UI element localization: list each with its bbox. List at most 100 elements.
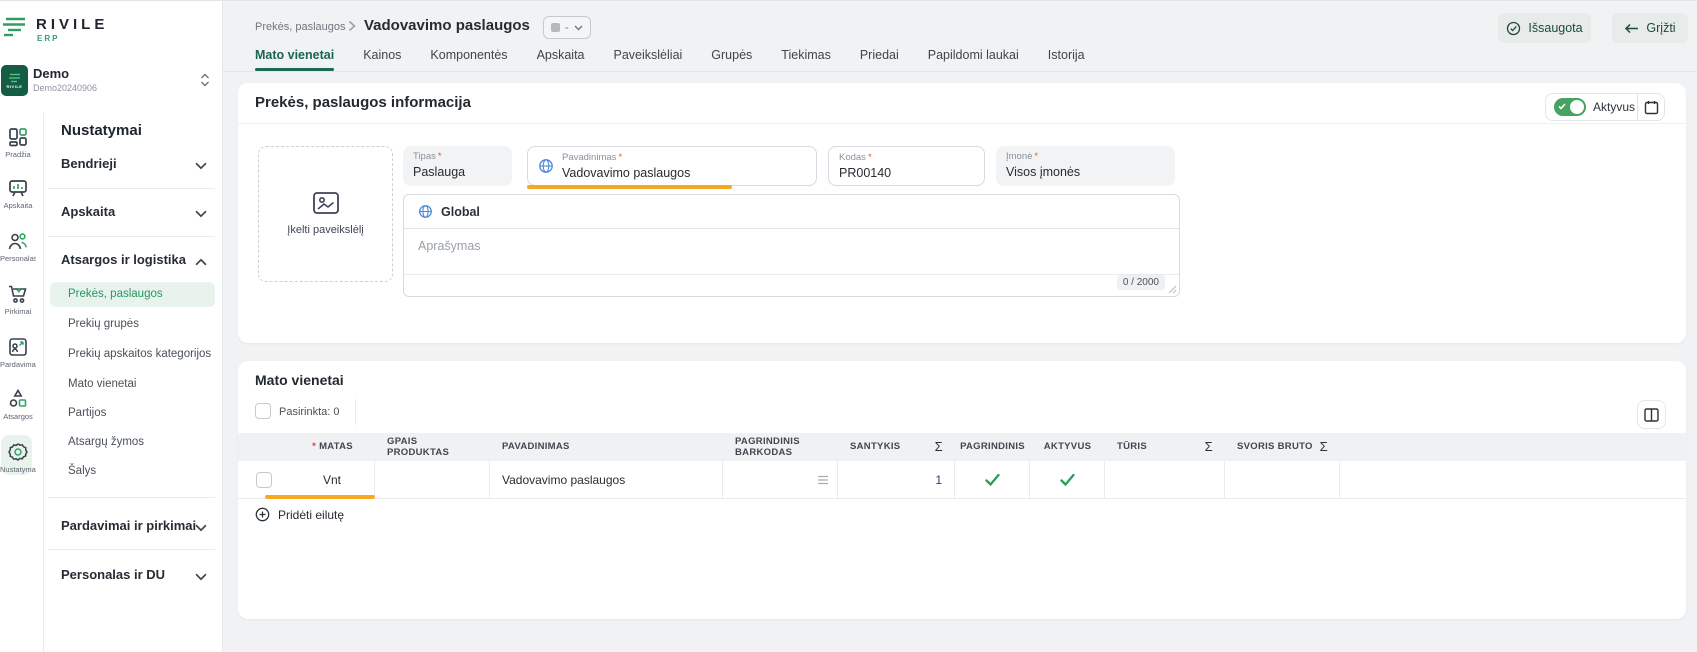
account-name: Demo [33, 66, 69, 81]
cell-barkodas[interactable] [723, 461, 838, 498]
sidebar-group-pardavimai-ir-pirkimai[interactable]: Pardavimai ir pirkimai [61, 518, 211, 533]
sidebar-item-atsargu-zymos[interactable]: Atsargų žymos [68, 436, 218, 448]
tipas-field[interactable]: Tipas* Paslauga [403, 146, 512, 186]
tab-grupes[interactable]: Grupės [711, 48, 752, 71]
add-row-button[interactable]: Pridėti eilutę [255, 507, 344, 522]
description-language-header[interactable]: Global [404, 195, 1179, 229]
sidebar-group-apskaita[interactable]: Apskaita [61, 204, 211, 219]
sidebar-group-atsargos-ir-logistika[interactable]: Atsargos ir logistika [61, 252, 211, 267]
breadcrumb-separator-icon [348, 20, 356, 32]
active-toggle-label: Aktyvus [1593, 100, 1637, 114]
tab-istorija[interactable]: Istorija [1048, 48, 1085, 71]
chevron-up-icon[interactable] [195, 256, 207, 268]
rail-item-pradzia[interactable]: Pradžia [0, 126, 36, 159]
tabs-underline [223, 71, 1697, 72]
tab-mato-vienetai[interactable]: Mato vienetai [255, 48, 334, 71]
cell-aktyvus[interactable] [1030, 461, 1105, 498]
column-header-svoris-bruto[interactable]: SVORIS BRUTOΣ [1225, 433, 1340, 461]
imone-field[interactable]: Įmonė* Visos įmonės [996, 146, 1175, 186]
column-header-turis[interactable]: TŪRISΣ [1105, 433, 1225, 461]
cell-gpais[interactable] [375, 461, 490, 498]
tab-apskaita[interactable]: Apskaita [537, 48, 585, 71]
column-header-aktyvus[interactable]: AKTYVUS [1030, 433, 1105, 461]
rail-item-apskaita[interactable]: Apskaita [0, 177, 36, 210]
column-header-matas[interactable]: *MATAS [290, 433, 375, 461]
board-chart-icon [7, 177, 29, 199]
resize-handle-icon[interactable] [1168, 285, 1177, 294]
columns-icon [1644, 408, 1659, 422]
pavadinimas-field[interactable]: Pavadinimas* Vadovavimo paslaugos [527, 146, 817, 186]
chevron-down-icon[interactable] [195, 160, 207, 172]
description-textarea-placeholder[interactable]: Aprašymas [418, 239, 481, 253]
tab-kainos[interactable]: Kainos [363, 48, 401, 71]
sidebar-item-prekiu-apskaitos-kategorijos[interactable]: Prekių apskaitos kategorijos [68, 348, 218, 360]
tab-komponentes[interactable]: Komponentės [430, 48, 507, 71]
page-title: Vadovavimo paslaugos [364, 17, 530, 34]
tab-paveiksleliai[interactable]: Paveikslėliai [614, 48, 683, 71]
calendar-icon [1644, 100, 1659, 115]
rail-divider [43, 113, 44, 652]
sidebar-item-prekiu-grupes[interactable]: Prekių grupės [68, 318, 218, 330]
cell-matas[interactable]: Vnt [290, 461, 375, 498]
account-tile-logo-icon [8, 73, 22, 83]
rail-item-pardavimai[interactable]: Pardavimai [0, 336, 36, 369]
cell-pavadinimas[interactable]: Vadovavimo paslaugos [490, 461, 723, 498]
sidebar-item-prekes-paslaugos[interactable]: Prekės, paslaugos [68, 288, 218, 300]
cell-pagrindinis[interactable] [955, 461, 1030, 498]
sidebar-item-salys[interactable]: Šalys [68, 465, 218, 477]
description-divider [404, 274, 1179, 275]
tipas-label: Tipas* [413, 151, 502, 162]
sidebar-item-mato-vienetai[interactable]: Mato vienetai [68, 378, 218, 390]
rail-item-nustatymai[interactable]: Nustatymai [0, 441, 36, 474]
cell-svoris[interactable] [1225, 461, 1340, 498]
chevron-down-icon[interactable] [195, 571, 207, 583]
sidebar-group-bendrieji[interactable]: Bendrieji [61, 156, 211, 171]
sigma-icon[interactable]: Σ [935, 439, 943, 455]
select-all-checkbox[interactable] [255, 403, 271, 419]
column-header-pagrindinis[interactable]: PAGRINDINIS [955, 433, 1030, 461]
brand-name: RIVILE [36, 16, 108, 33]
check-icon [985, 474, 1000, 486]
kodas-label: Kodas* [839, 152, 974, 163]
account-tile[interactable]: RIVILE [1, 65, 28, 96]
cell-santykis[interactable]: 1 [838, 461, 955, 498]
char-counter: 0 / 2000 [1117, 275, 1165, 290]
saved-button[interactable]: Išsaugota [1498, 13, 1591, 43]
tab-priedai[interactable]: Priedai [860, 48, 899, 71]
tab-papildomi-laukai[interactable]: Papildomi laukai [928, 48, 1019, 71]
back-button[interactable]: Grįžti [1612, 13, 1688, 43]
rail-item-pirkimai[interactable]: Pirkimai [0, 283, 36, 316]
active-toggle[interactable] [1554, 98, 1586, 116]
app-root: RIVILE ERP RIVILE Demo Demo20240906 Prad… [0, 0, 1697, 652]
cell-turis[interactable] [1105, 461, 1225, 498]
column-header-gpais-produktas[interactable]: GPAIS PRODUKTAS [375, 433, 490, 461]
column-settings-button[interactable] [1637, 400, 1666, 429]
column-header-pavadinimas[interactable]: PAVADINIMAS [490, 433, 723, 461]
account-switcher-icon[interactable] [200, 73, 210, 87]
required-mark: * [618, 152, 622, 163]
sidebar-group-personalas-ir-du[interactable]: Personalas ir DU [61, 567, 211, 582]
account-tile-brand: RIVILE [7, 84, 23, 89]
tab-bar: Mato vienetai Kainos Komponentės Apskait… [255, 48, 1085, 71]
column-header-santykis[interactable]: SANTYKISΣ [838, 433, 955, 461]
kodas-field[interactable]: Kodas* PR00140 [828, 146, 985, 186]
shapes-icon [7, 388, 29, 410]
chevron-down-icon[interactable] [195, 522, 207, 534]
pavadinimas-label: Pavadinimas* [562, 152, 690, 163]
sidebar-item-partijos[interactable]: Partijos [68, 407, 218, 419]
variant-dropdown[interactable]: - [543, 16, 591, 39]
sigma-icon[interactable]: Σ [1205, 439, 1213, 455]
calendar-button[interactable] [1638, 100, 1664, 115]
image-upload-dropzone[interactable]: Įkelti paveikslėlį [258, 146, 393, 282]
rail-item-atsargos[interactable]: Atsargos [0, 388, 36, 421]
globe-icon [538, 158, 554, 174]
breadcrumb-parent[interactable]: Prekės, paslaugos [255, 21, 346, 33]
drag-handle-icon[interactable] [817, 475, 829, 485]
rail-item-personalas[interactable]: Personalas [0, 230, 36, 263]
tab-tiekimas[interactable]: Tiekimas [781, 48, 831, 71]
row-checkbox[interactable] [256, 472, 272, 488]
sigma-icon[interactable]: Σ [1320, 439, 1328, 455]
rail-label: Atsargos [0, 412, 36, 421]
column-header-pagrindinis-barkodas[interactable]: PAGRINDINIS BARKODAS [723, 433, 838, 461]
chevron-down-icon[interactable] [195, 208, 207, 220]
